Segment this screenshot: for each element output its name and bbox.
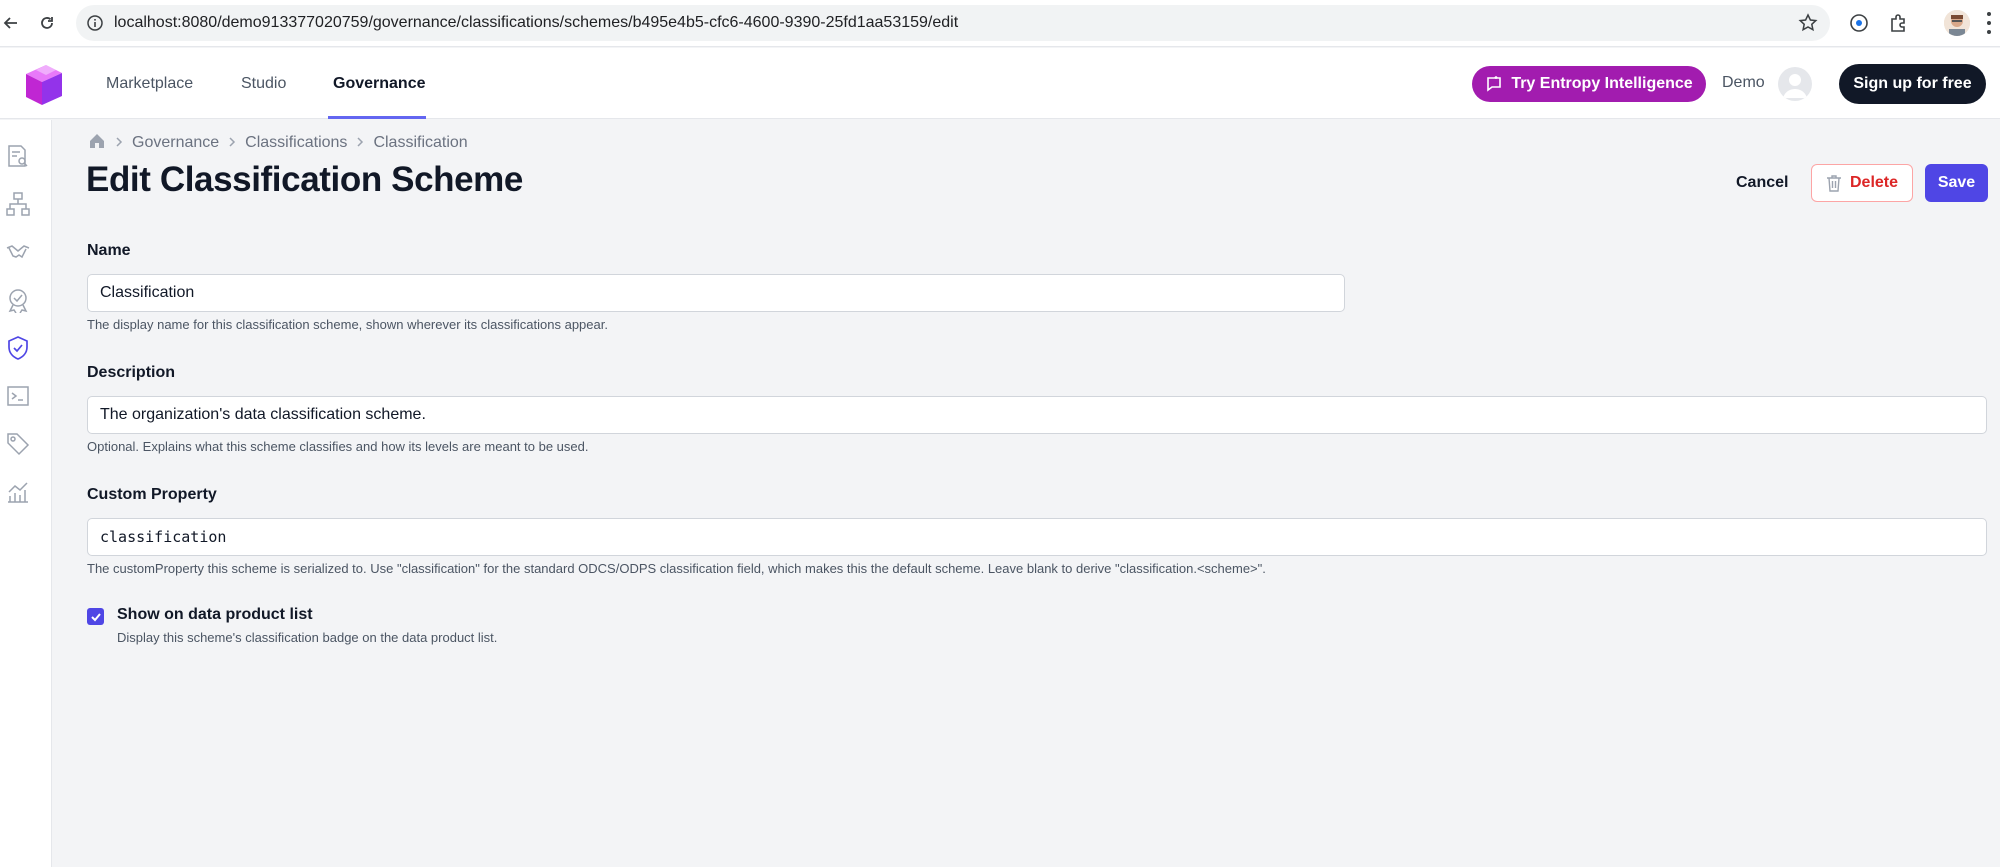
ai-button-label: Try Entropy Intelligence [1511,75,1693,92]
description-input[interactable]: The organization's data classification s… [87,396,1987,434]
custom-property-label: Custom Property [87,486,217,503]
breadcrumb-classifications[interactable]: Classifications [245,134,347,152]
search-document-icon[interactable] [4,142,32,170]
chevron-right-icon [114,135,124,151]
hierarchy-icon[interactable] [4,190,32,218]
site-info-icon[interactable] [86,14,104,32]
active-nav-indicator [328,116,426,119]
url-text[interactable]: localhost:8080/demo913377020759/governan… [114,14,958,32]
address-bar[interactable]: localhost:8080/demo913377020759/governan… [76,5,1830,41]
shield-check-icon[interactable] [4,334,32,362]
chevron-right-icon [355,135,365,151]
home-icon[interactable] [88,132,106,155]
page-title: Edit Classification Scheme [86,160,523,199]
user-avatar[interactable] [1778,67,1812,101]
nav-governance[interactable]: Governance [333,48,425,119]
delete-label: Delete [1849,174,1899,191]
certificate-icon[interactable] [4,286,32,314]
breadcrumb-classification[interactable]: Classification [373,134,467,152]
cancel-button[interactable]: Cancel [1736,164,1788,202]
show-on-list-help-text: Display this scheme's classification bad… [117,630,498,645]
description-help-text: Optional. Explains what this scheme clas… [87,439,589,454]
breadcrumb: Governance Classifications Classificatio… [88,132,468,154]
browser-menu-icon[interactable] [1986,12,1992,34]
name-input[interactable]: Classification [87,274,1345,312]
chat-sparkle-icon [1487,76,1502,92]
browser-toolbar: localhost:8080/demo913377020759/governan… [0,0,2000,47]
app-header: Marketplace Studio Governance Try Entrop… [0,48,2000,119]
name-help-text: The display name for this classification… [87,317,608,332]
description-label: Description [87,364,176,381]
chevron-right-icon [227,135,237,151]
tags-icon[interactable] [4,430,32,458]
sidebar [0,120,52,867]
custom-property-input[interactable]: classification [87,518,1987,556]
trash-icon [1826,175,1841,192]
show-on-list-checkbox[interactable] [87,608,104,625]
back-arrow-icon[interactable] [0,12,22,34]
delete-button[interactable]: Delete [1811,164,1913,202]
terminal-icon[interactable] [4,382,32,410]
reload-icon[interactable] [36,12,58,34]
show-on-list-label[interactable]: Show on data product list [117,606,313,624]
puzzle-extensions-icon[interactable] [1886,11,1910,35]
try-entropy-intelligence-button[interactable]: Try Entropy Intelligence [1472,66,1706,102]
custom-property-help-text: The customProperty this scheme is serial… [87,561,1266,576]
checkmark-icon [90,612,101,621]
nav-studio[interactable]: Studio [241,48,286,119]
breadcrumb-governance[interactable]: Governance [132,134,219,152]
sign-up-button[interactable]: Sign up for free [1839,64,1986,104]
name-label: Name [87,242,131,259]
extension-icon[interactable] [1847,11,1871,35]
entropy-logo-icon[interactable] [20,61,64,107]
browser-profile-avatar[interactable] [1944,10,1970,36]
save-button[interactable]: Save [1925,164,1988,202]
handshake-icon[interactable] [4,238,32,266]
nav-marketplace[interactable]: Marketplace [106,48,193,119]
bookmark-star-icon[interactable] [1798,13,1818,33]
analytics-icon[interactable] [4,478,32,506]
user-name[interactable]: Demo [1722,74,1765,92]
